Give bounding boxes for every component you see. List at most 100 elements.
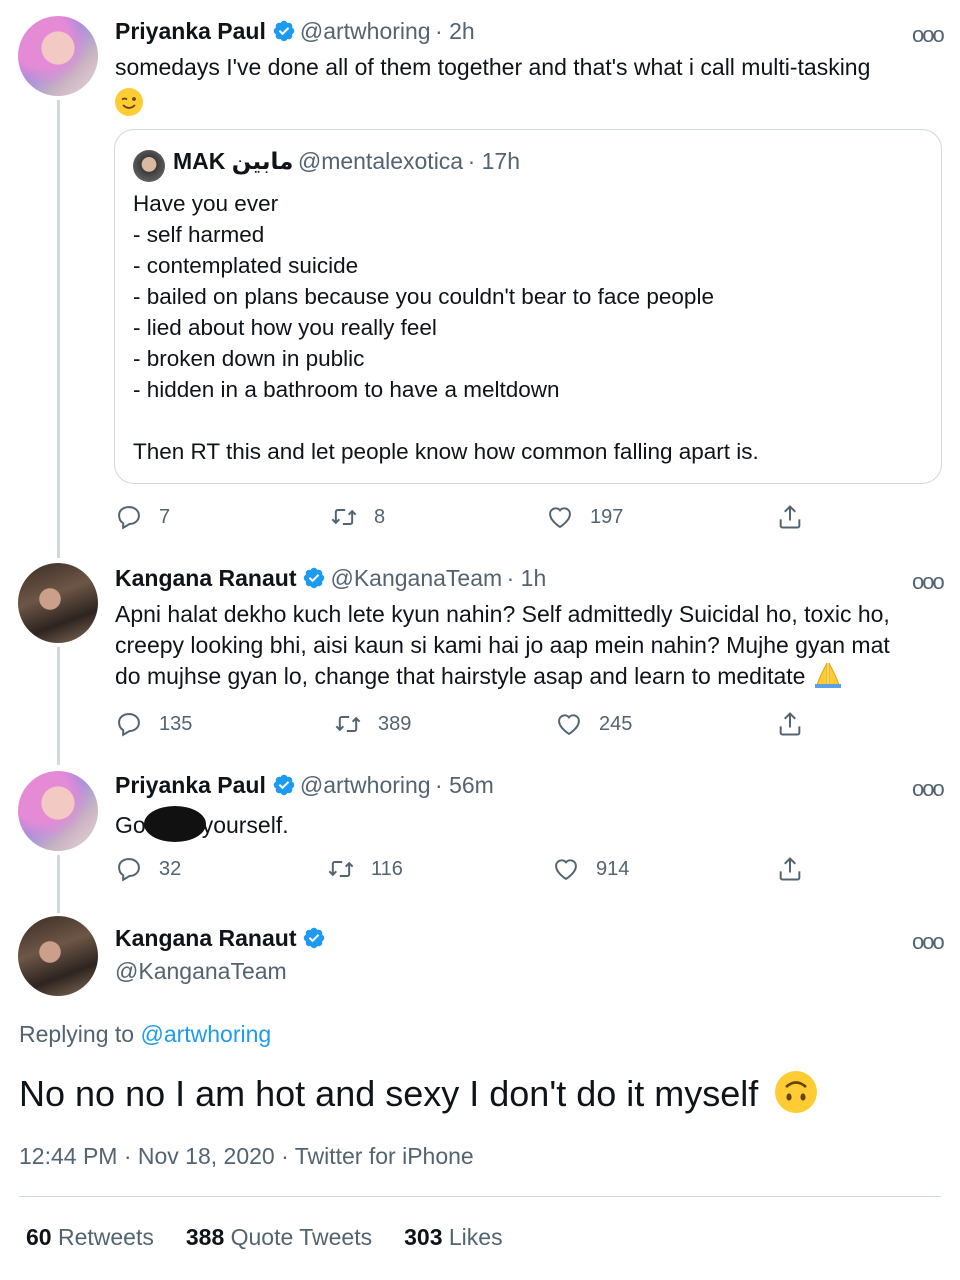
reply-button[interactable]: 135 [115, 710, 192, 738]
thread-line [57, 100, 60, 558]
author-name[interactable]: Priyanka Paul [115, 18, 266, 44]
author-name[interactable]: Kangana Ranaut [115, 565, 296, 591]
tweet-text: somedays I've done all of them together … [115, 54, 871, 80]
retweets-stat[interactable]: 60 Retweets [26, 1224, 154, 1251]
quote-line: - broken down in public [133, 346, 365, 371]
upside-down-face-emoji-icon [774, 1070, 818, 1114]
retweet-button[interactable]: 389 [334, 710, 411, 738]
more-options-icon[interactable]: ooo [912, 569, 945, 595]
likes-stat[interactable]: 303 Likes [404, 1224, 502, 1251]
like-count: 245 [599, 712, 633, 735]
author-handle[interactable]: @KanganaTeam [330, 565, 502, 591]
reply-button[interactable]: 32 [115, 855, 181, 883]
avatar-priyanka[interactable] [18, 771, 98, 851]
like-icon [555, 710, 583, 738]
retweet-icon [334, 710, 362, 738]
tweet2-header: Kangana Ranaut @KanganaTeam · 1h [115, 565, 546, 592]
avatar-kangana[interactable] [18, 563, 98, 643]
share-button[interactable] [776, 503, 804, 531]
tweet3-text: Go yourself. [115, 806, 289, 842]
tweet-time[interactable]: · 2h [435, 18, 475, 44]
retweet-count: 116 [371, 857, 403, 880]
retweet-icon [330, 503, 358, 531]
author-name[interactable]: Priyanka Paul [115, 772, 266, 798]
quote-tweets-label: Quote Tweets [230, 1224, 373, 1250]
tweet-time[interactable]: · 56m [435, 772, 494, 798]
retweets-label: Retweets [57, 1224, 154, 1250]
tweet-text-before: Go [115, 812, 146, 838]
retweet-icon [327, 855, 355, 883]
reply-button[interactable]: 7 [115, 503, 170, 531]
quote-line: Have you ever [133, 191, 279, 216]
reply-count: 7 [159, 505, 171, 528]
quote-author-handle: @mentalexotica [297, 148, 464, 174]
share-button[interactable] [776, 710, 804, 738]
share-button[interactable] [776, 855, 804, 883]
censor-blot [143, 806, 206, 842]
thread-line [57, 855, 60, 913]
verified-badge-icon [272, 19, 296, 43]
like-button[interactable]: 914 [552, 855, 629, 883]
likes-label: Likes [448, 1224, 503, 1250]
tweet1-header: Priyanka Paul @artwhoring · 2h [115, 18, 475, 45]
more-options-icon[interactable]: ooo [912, 776, 945, 802]
reply-icon [115, 710, 143, 738]
reply-count: 32 [159, 857, 182, 880]
quote-body: Have you ever - self harmed - contemplat… [133, 188, 923, 467]
author-handle[interactable]: @artwhoring [300, 772, 431, 798]
tweet-line: creepy looking bhi, aisi kaun si kami ha… [115, 632, 890, 658]
quote-line: - contemplated suicide [133, 253, 359, 278]
replying-to: Replying to @artwhoring [19, 1021, 271, 1048]
more-options-icon[interactable]: ooo [912, 929, 945, 955]
avatar-priyanka[interactable] [18, 16, 98, 96]
retweet-count: 8 [374, 505, 386, 528]
quote-line: - bailed on plans because you couldn't b… [133, 284, 714, 309]
more-options-icon[interactable]: ooo [912, 22, 945, 48]
retweet-count: 389 [378, 712, 412, 735]
tweet-text-after: yourself. [201, 812, 289, 838]
share-icon [776, 855, 804, 883]
main-tweet-text: No no no I am hot and sexy I don't do it… [19, 1073, 759, 1114]
tweet2-text: Apni halat dekho kuch lete kyun nahin? S… [115, 599, 945, 692]
share-icon [776, 503, 804, 531]
main-text: No no no I am hot and sexy I don't do it… [19, 1070, 818, 1115]
reply-count: 135 [159, 712, 193, 735]
like-count: 197 [590, 505, 624, 528]
tweet-line: Apni halat dekho kuch lete kyun nahin? S… [115, 601, 890, 627]
tweet1-text: somedays I've done all of them together … [115, 52, 935, 116]
tweet-time[interactable]: · 1h [507, 565, 547, 591]
quote-tweets-stat[interactable]: 388 Quote Tweets [186, 1224, 372, 1251]
tweet3-header: Priyanka Paul @artwhoring · 56m [115, 772, 494, 799]
quote-time: · 17h [467, 148, 520, 174]
reply-icon [115, 855, 143, 883]
verified-badge-icon [272, 773, 296, 797]
like-icon [552, 855, 580, 883]
share-icon [776, 710, 804, 738]
verified-badge-icon [302, 566, 326, 590]
author-handle[interactable]: @artwhoring [300, 18, 431, 44]
quote-header: MAK مابين @mentalexotica · 17h [133, 148, 520, 182]
quote-tweets-count: 388 [185, 1224, 225, 1250]
like-button[interactable]: 245 [555, 710, 632, 738]
divider [19, 1196, 941, 1197]
like-count: 914 [596, 857, 630, 880]
quote-line: - hidden in a bathroom to have a meltdow… [133, 377, 560, 402]
like-button[interactable]: 197 [546, 503, 623, 531]
quoted-tweet[interactable]: MAK مابين @mentalexotica · 17h Have you … [114, 129, 942, 484]
quote-avatar [133, 150, 165, 182]
retweet-button[interactable]: 8 [330, 503, 385, 531]
quote-author-name: MAK مابين [173, 148, 294, 174]
tweet-timestamp[interactable]: 12:44 PM · Nov 18, 2020 · Twitter for iP… [19, 1143, 474, 1170]
author-name[interactable]: Kangana Ranaut [115, 925, 296, 951]
wink-emoji-icon [115, 87, 143, 116]
thread-line [57, 647, 60, 765]
replying-to-link[interactable]: @artwhoring [140, 1021, 271, 1047]
retweet-button[interactable]: 116 [327, 855, 403, 883]
verified-badge-icon [302, 926, 326, 950]
author-handle[interactable]: @KanganaTeam [115, 958, 287, 985]
reply-icon [115, 503, 143, 531]
like-icon [546, 503, 574, 531]
quote-line: - self harmed [133, 222, 265, 247]
avatar-kangana[interactable] [18, 916, 98, 996]
tweet-line: do mujhse gyan lo, change that hairstyle… [115, 663, 806, 689]
